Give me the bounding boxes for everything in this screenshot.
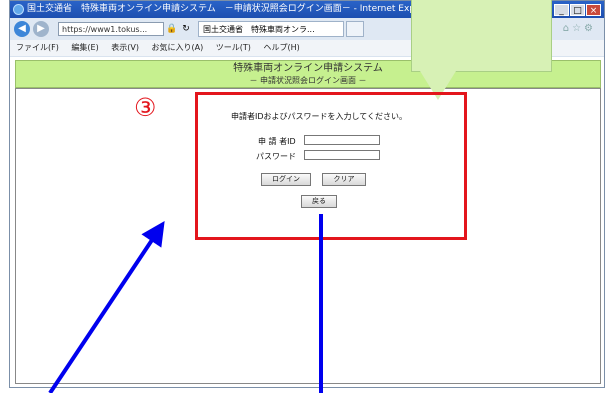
diagonal-arrow-icon — [48, 221, 165, 393]
annotation-arrows — [48, 214, 323, 393]
